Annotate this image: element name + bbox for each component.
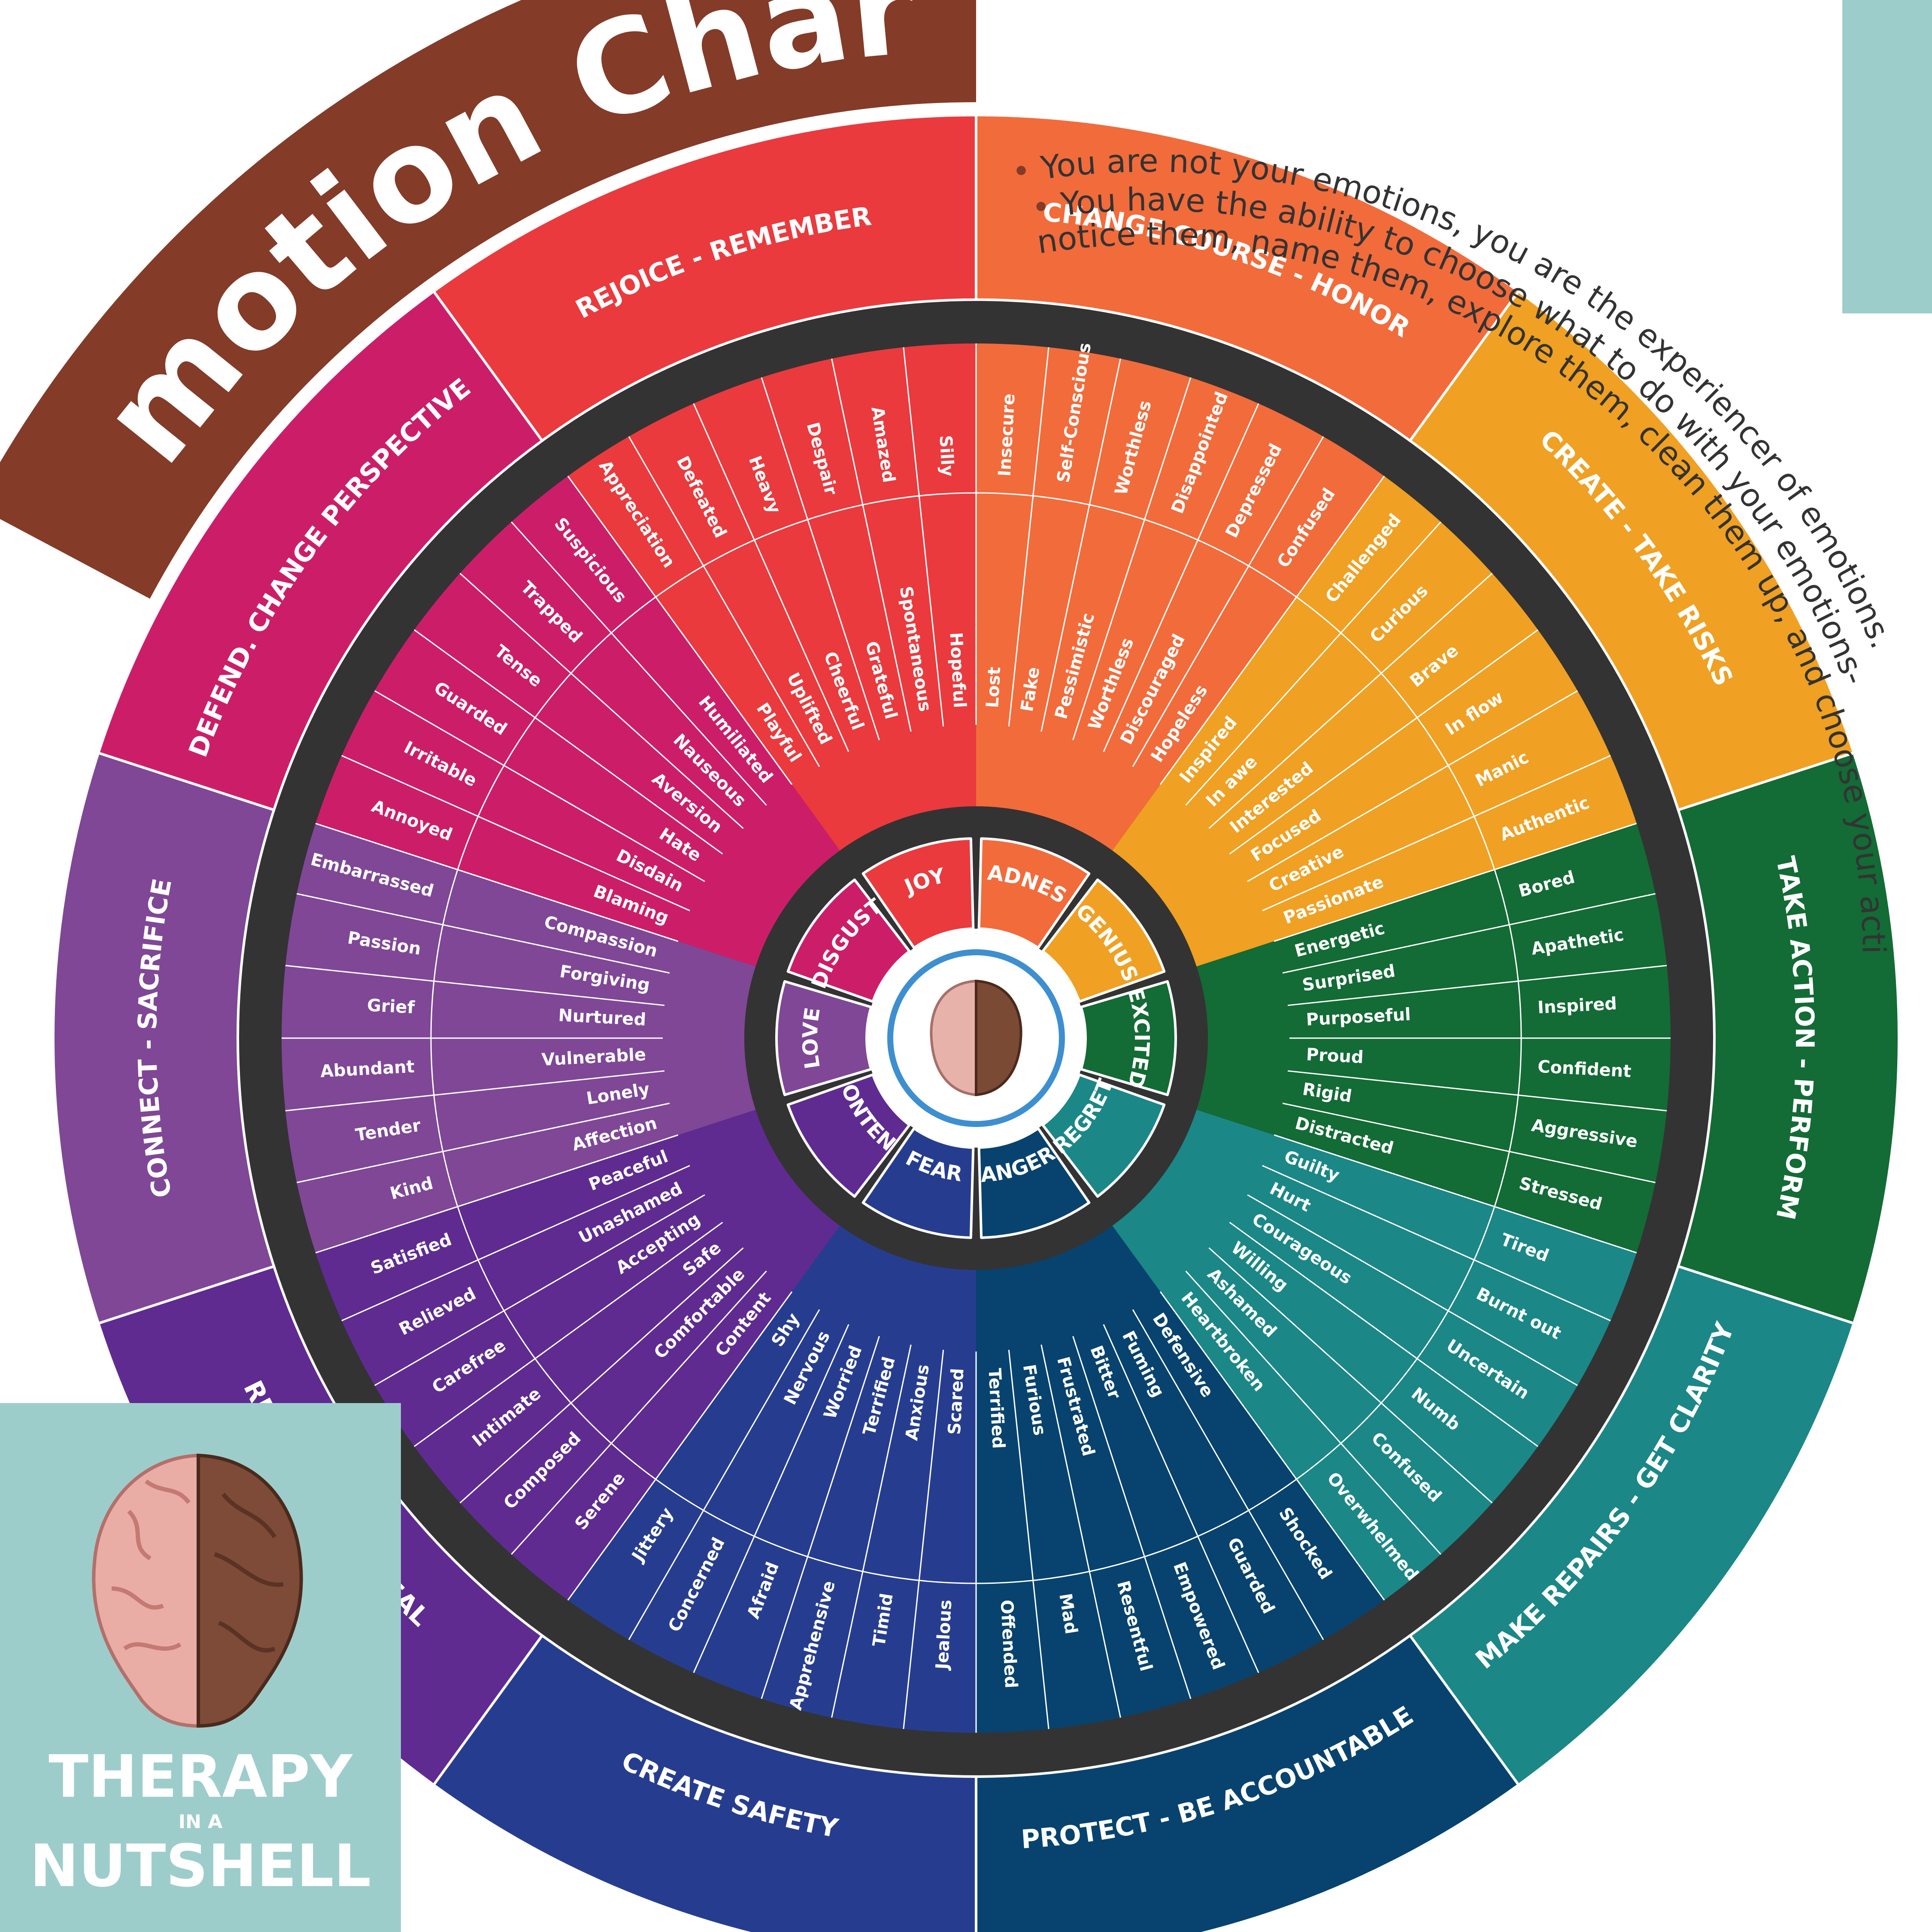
inner-feeling: Proud xyxy=(1306,1045,1364,1067)
inner-feeling: Terrified xyxy=(984,1368,1008,1449)
outer-feeling: Grief xyxy=(367,996,416,1018)
inner-feeling: Lost xyxy=(983,666,1004,708)
inner-feeling: Hopeful xyxy=(946,632,970,708)
outer-feeling: Jealous xyxy=(932,1599,956,1671)
inner-feeling: Scared xyxy=(945,1368,968,1435)
logo-line-2: IN A xyxy=(178,1811,223,1833)
logo-line-3: NUTSHELL xyxy=(30,1832,371,1900)
outer-feeling: Inspired xyxy=(1537,994,1617,1018)
brain-icon xyxy=(930,979,1022,1097)
outer-feeling: Silly xyxy=(935,435,957,477)
wheel-center xyxy=(887,949,1065,1127)
logo-line-1: THERAPY xyxy=(49,1743,352,1811)
